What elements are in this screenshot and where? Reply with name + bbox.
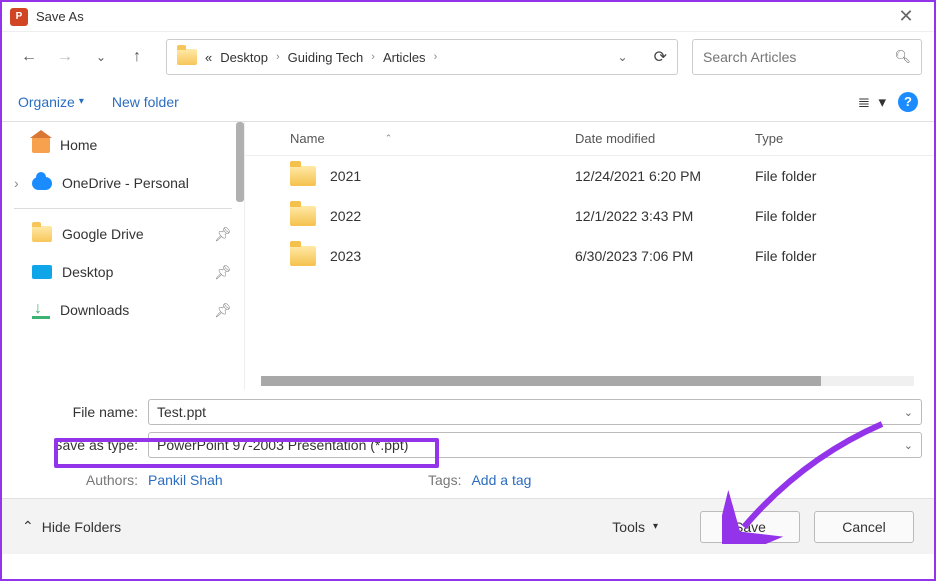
- dialog-title: Save As: [36, 9, 84, 24]
- close-icon[interactable]: ✕: [886, 6, 926, 27]
- back-icon[interactable]: ←: [14, 42, 44, 72]
- recent-dropdown-icon[interactable]: ⌄: [86, 42, 116, 72]
- sidebar: Home OneDrive - Personal Google Drive 📌︎…: [2, 122, 245, 390]
- search-input[interactable]: 🔍︎: [692, 39, 922, 75]
- column-headers[interactable]: Name⌃ Date modified Type: [245, 122, 934, 156]
- powerpoint-icon: P: [10, 8, 28, 26]
- search-icon[interactable]: 🔍︎: [894, 49, 911, 65]
- cloud-icon: [32, 177, 52, 190]
- dropdown-icon[interactable]: ⌄: [904, 406, 913, 419]
- list-item[interactable]: 2022 12/1/2022 3:43 PM File folder: [245, 196, 934, 236]
- pin-icon[interactable]: 📌︎: [214, 264, 232, 281]
- authors-value[interactable]: Pankil Shah: [148, 472, 428, 488]
- tools-dropdown[interactable]: Tools▾: [612, 519, 658, 535]
- new-folder-button[interactable]: New folder: [112, 94, 179, 110]
- address-dropdown-icon[interactable]: ⌄: [618, 50, 628, 64]
- hide-folders-button[interactable]: ⌃ Hide Folders: [22, 518, 121, 535]
- folder-icon: [177, 49, 197, 65]
- breadcrumb[interactable]: « Desktop › Guiding Tech › Articles ›: [205, 50, 610, 65]
- savetype-label: Save as type:: [14, 437, 148, 453]
- view-options-icon[interactable]: ≣ ▾: [858, 93, 886, 111]
- download-icon: [32, 303, 50, 317]
- sidebar-item-downloads[interactable]: Downloads 📌︎: [2, 291, 244, 329]
- folder-icon: [290, 166, 316, 186]
- dropdown-icon[interactable]: ⌄: [904, 439, 913, 452]
- file-list: Name⌃ Date modified Type 2021 12/24/2021…: [245, 122, 934, 390]
- organize-button[interactable]: Organize▾: [18, 94, 84, 110]
- filename-label: File name:: [14, 404, 148, 420]
- cancel-button[interactable]: Cancel: [814, 511, 914, 543]
- horizontal-scrollbar[interactable]: [261, 376, 914, 386]
- pin-icon[interactable]: 📌︎: [214, 226, 232, 243]
- sidebar-item-onedrive[interactable]: OneDrive - Personal: [2, 164, 244, 202]
- chevron-up-icon: ⌃: [22, 518, 34, 535]
- folder-icon: [290, 246, 316, 266]
- home-icon: [32, 137, 50, 153]
- list-item[interactable]: 2021 12/24/2021 6:20 PM File folder: [245, 156, 934, 196]
- sort-indicator-icon: ⌃: [385, 133, 393, 144]
- folder-icon: [32, 226, 52, 242]
- scrollbar-thumb[interactable]: [261, 376, 821, 386]
- help-icon[interactable]: ?: [898, 92, 918, 112]
- folder-icon: [290, 206, 316, 226]
- sidebar-item-home[interactable]: Home: [2, 126, 244, 164]
- up-icon[interactable]: ↑: [122, 42, 152, 72]
- authors-label: Authors:: [14, 472, 148, 488]
- sidebar-item-desktop[interactable]: Desktop 📌︎: [2, 253, 244, 291]
- save-button[interactable]: Save: [700, 511, 800, 543]
- address-bar[interactable]: « Desktop › Guiding Tech › Articles › ⌄ …: [166, 39, 678, 75]
- filename-input[interactable]: Test.ppt⌄: [148, 399, 922, 425]
- scrollbar-thumb[interactable]: [236, 122, 244, 202]
- refresh-icon[interactable]: ⟳: [654, 47, 667, 67]
- desktop-icon: [32, 265, 52, 279]
- sidebar-item-gdrive[interactable]: Google Drive 📌︎: [2, 215, 244, 253]
- list-item[interactable]: 2023 6/30/2023 7:06 PM File folder: [245, 236, 934, 276]
- pin-icon[interactable]: 📌︎: [214, 302, 232, 319]
- savetype-select[interactable]: PowerPoint 97-2003 Presentation (*.ppt)⌄: [148, 432, 922, 458]
- tags-label: Tags:: [428, 472, 471, 488]
- tags-value[interactable]: Add a tag: [471, 472, 531, 488]
- forward-icon[interactable]: →: [50, 42, 80, 72]
